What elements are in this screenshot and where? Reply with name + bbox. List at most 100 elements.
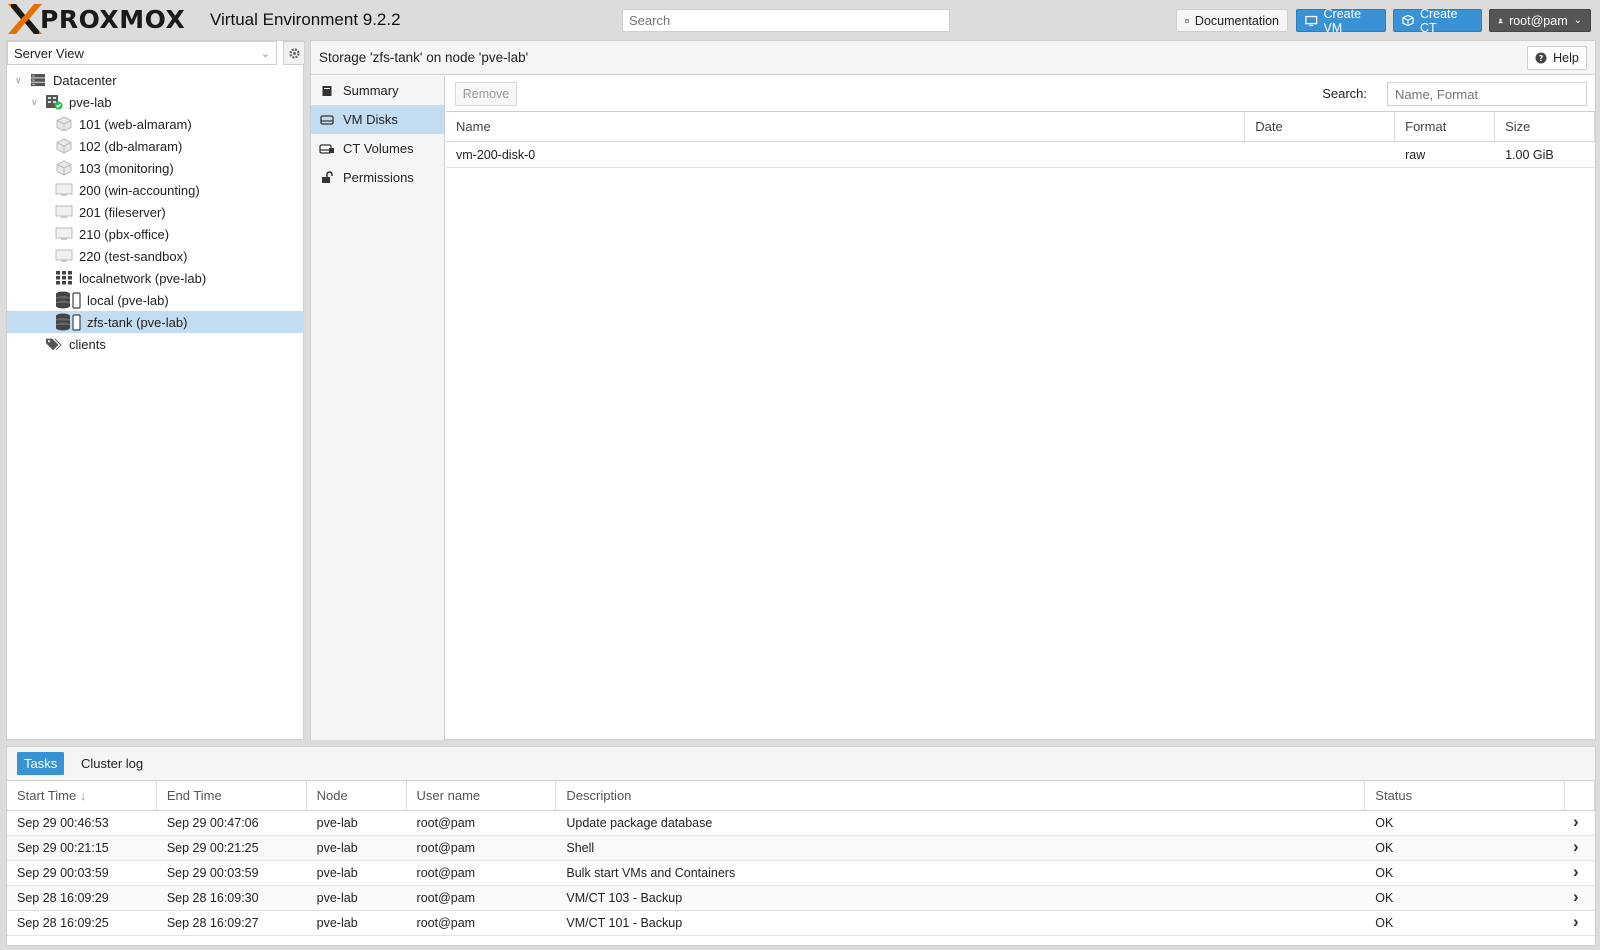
column-header-start-time[interactable]: Start Time ↓ <box>7 781 157 810</box>
view-settings-button[interactable] <box>283 41 305 65</box>
page-title: Storage 'zfs-tank' on node 'pve-lab' <box>319 50 529 65</box>
container-icon <box>55 116 73 132</box>
tree-item[interactable]: 102 (db-almaram) <box>7 135 304 157</box>
datacenter-icon <box>29 72 47 88</box>
global-search-input[interactable] <box>622 9 950 32</box>
cell-user: root@pam <box>416 816 476 830</box>
create-vm-button[interactable]: Create VM <box>1296 6 1386 35</box>
tab-summary[interactable]: Summary <box>311 76 444 105</box>
tab-permissions-label: Permissions <box>343 170 414 185</box>
tree-item[interactable]: zfs-tank (pve-lab) <box>7 311 304 333</box>
tree-item-label: localnetwork (pve-lab) <box>79 270 207 286</box>
cell-end-time: Sep 29 00:21:25 <box>166 841 259 855</box>
help-button[interactable]: ? Help <box>1527 46 1587 70</box>
table-row[interactable]: vm-200-disk-0 raw 1.00 GiB <box>446 142 1595 168</box>
table-row[interactable]: Sep 29 00:03:59 Sep 29 00:03:59 pve-lab roo… <box>7 861 1595 886</box>
tab-vm-disks[interactable]: VM Disks <box>311 105 444 134</box>
column-header-name[interactable]: Name <box>446 112 1246 141</box>
chevron-down-icon: ⌄ <box>1573 15 1582 26</box>
tab-cluster-log[interactable]: Cluster log <box>74 752 150 775</box>
tasks-panel: Tasks Cluster log Start Time ↓ End Time … <box>6 746 1596 946</box>
tab-permissions[interactable]: Permissions <box>311 163 444 192</box>
tree-item-label: zfs-tank (pve-lab) <box>87 314 188 330</box>
chevron-right-icon[interactable]: › <box>1565 836 1595 860</box>
cell-start-time: Sep 29 00:46:53 <box>17 816 109 830</box>
tree-item[interactable]: 200 (win-accounting) <box>7 179 304 201</box>
chevron-right-icon[interactable]: › <box>1565 811 1595 835</box>
tree-item[interactable]: ∨ pve-lab <box>7 91 304 113</box>
tree-item-label: 210 (pbx-office) <box>79 226 170 242</box>
remove-button[interactable]: Remove <box>455 82 517 106</box>
column-header-size[interactable]: Size <box>1495 112 1595 141</box>
table-row[interactable]: Sep 29 00:21:15 Sep 29 00:21:25 pve-lab roo… <box>7 836 1595 861</box>
tab-tasks[interactable]: Tasks <box>17 752 65 775</box>
expand-toggle-icon[interactable]: ∨ <box>31 97 41 108</box>
tree-item[interactable]: 210 (pbx-office) <box>7 223 304 245</box>
chevron-right-icon[interactable]: › <box>1565 911 1595 935</box>
hdd-icon <box>319 114 335 126</box>
cell-end-time: Sep 29 00:47:06 <box>166 816 259 830</box>
app-title: Virtual Environment 9.2.2 <box>210 10 401 29</box>
tree-item[interactable]: clients <box>7 333 304 355</box>
cell-end-time: Sep 28 16:09:27 <box>166 916 259 930</box>
view-selector-value: Server View <box>14 45 84 61</box>
create-vm-label: Create VM <box>1323 6 1362 35</box>
tree-item[interactable]: ∨ Datacenter <box>7 69 304 91</box>
storage-content-panel: Storage 'zfs-tank' on node 'pve-lab' ? H… <box>310 40 1596 740</box>
chevron-right-icon[interactable]: › <box>1565 861 1595 885</box>
tab-ct-volumes-label: CT Volumes <box>343 141 414 156</box>
cell-start-time: Sep 29 00:21:15 <box>17 841 109 855</box>
column-header-node[interactable]: Node <box>307 781 407 810</box>
grid-header: Name Date Format Size <box>446 112 1595 142</box>
column-header-format[interactable]: Format <box>1395 112 1496 141</box>
chevron-right-icon[interactable]: › <box>1565 886 1595 910</box>
cell-name: vm-200-disk-0 <box>456 148 536 162</box>
tree-item-label: Datacenter <box>53 72 117 88</box>
tree-item[interactable]: 103 (monitoring) <box>7 157 304 179</box>
top-bar: PROXMOX Virtual Environment 9.2.2 Docume… <box>0 0 1600 38</box>
cell-user: root@pam <box>416 866 476 880</box>
tree-item[interactable]: 101 (web-almaram) <box>7 113 304 135</box>
proxmox-logo[interactable]: PROXMOX <box>8 4 185 34</box>
column-header-user[interactable]: User name <box>407 781 557 810</box>
table-row[interactable]: Sep 28 16:09:25 Sep 28 16:09:27 pve-lab roo… <box>7 911 1595 936</box>
user-menu-button[interactable]: root@pam ⌄ <box>1489 9 1591 32</box>
table-row[interactable]: Sep 29 00:46:53 Sep 29 00:47:06 pve-lab roo… <box>7 811 1595 836</box>
grid-search-input[interactable] <box>1387 82 1587 106</box>
tree-item-label: 200 (win-accounting) <box>79 182 200 198</box>
user-icon <box>1498 18 1503 23</box>
tab-ct-volumes[interactable]: CT Volumes <box>311 134 444 163</box>
tree-item-label: pve-lab <box>69 94 112 110</box>
book-icon <box>1185 18 1189 23</box>
tasks-header: Start Time ↓ End Time Node User name Des… <box>7 781 1596 811</box>
tree-item[interactable]: local (pve-lab) <box>7 289 304 311</box>
column-header-description[interactable]: Description <box>556 781 1366 810</box>
cell-status: OK <box>1375 916 1394 930</box>
chevron-down-icon: ⌄ <box>260 47 270 60</box>
cell-description: VM/CT 103 - Backup <box>566 891 683 905</box>
help-icon: ? <box>1535 52 1547 64</box>
proxmox-x-icon <box>8 4 42 34</box>
view-selector[interactable]: Server View ⌄ <box>7 41 277 65</box>
table-row[interactable]: Sep 28 16:09:29 Sep 28 16:09:30 pve-lab roo… <box>7 886 1595 911</box>
resource-tree-panel: Server View ⌄ ∨ Datacenter ∨ pve-lab 101 (we… <box>6 40 305 740</box>
search-label: Search: <box>1322 86 1367 101</box>
column-header-status[interactable]: Status <box>1365 781 1566 810</box>
column-header-end-time[interactable]: End Time <box>157 781 307 810</box>
cell-description: Shell <box>566 841 595 855</box>
documentation-button[interactable]: Documentation <box>1176 9 1288 32</box>
cell-node: pve-lab <box>316 841 358 855</box>
cell-size: 1.00 GiB <box>1505 148 1554 162</box>
tree-item-label: 101 (web-almaram) <box>79 116 192 132</box>
tree-item[interactable]: 201 (fileserver) <box>7 201 304 223</box>
column-header-date[interactable]: Date <box>1245 112 1396 141</box>
network-grid-icon <box>55 270 73 286</box>
expand-toggle-icon[interactable]: ∨ <box>15 75 25 86</box>
cell-start-time: Sep 28 16:09:29 <box>17 891 109 905</box>
cell-start-time: Sep 28 16:09:25 <box>17 916 109 930</box>
tree-item[interactable]: 220 (test-sandbox) <box>7 245 304 267</box>
unlock-icon <box>319 171 335 184</box>
create-ct-button[interactable]: Create CT <box>1393 7 1482 35</box>
documentation-label: Documentation <box>1194 13 1279 28</box>
tree-item[interactable]: localnetwork (pve-lab) <box>7 267 304 289</box>
